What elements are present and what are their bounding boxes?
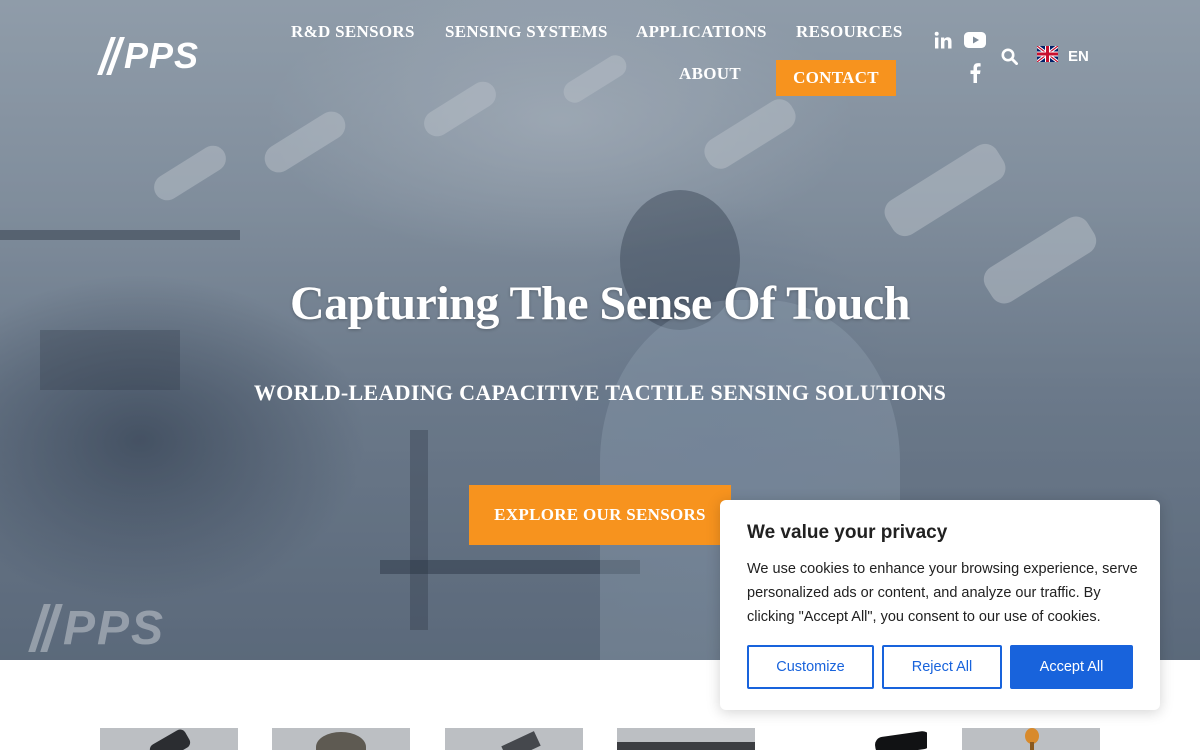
uk-flag-icon: [1036, 44, 1059, 66]
contact-button[interactable]: CONTACT: [776, 60, 896, 96]
nav-rd-sensors[interactable]: R&D SENSORS: [291, 22, 415, 42]
nav-about[interactable]: ABOUT: [679, 64, 741, 84]
hero-subtitle: WORLD-LEADING CAPACITIVE TACTILE SENSING…: [253, 380, 947, 405]
nav-applications[interactable]: APPLICATIONS: [636, 22, 767, 42]
nav-sensing-systems[interactable]: SENSING SYSTEMS: [445, 22, 608, 42]
product-thumbnail[interactable]: [789, 728, 927, 750]
reject-all-button[interactable]: Reject All: [882, 645, 1002, 689]
cookie-consent-banner: We value your privacy We use cookies to …: [720, 500, 1160, 710]
site-logo[interactable]: PPS: [97, 35, 200, 76]
watermark-logo-text: PPS: [63, 601, 166, 655]
explore-sensors-button[interactable]: EXPLORE OUR SENSORS: [469, 485, 731, 545]
hero-title: Capturing The Sense Of Touch: [290, 277, 910, 330]
youtube-icon[interactable]: [963, 30, 987, 50]
nav-resources[interactable]: RESOURCES: [796, 22, 903, 42]
product-thumbnail[interactable]: [100, 728, 238, 750]
language-code: EN: [1068, 47, 1089, 65]
language-selector[interactable]: EN: [1036, 44, 1089, 66]
facebook-icon[interactable]: [965, 62, 985, 84]
accept-all-button[interactable]: Accept All: [1010, 645, 1133, 689]
watermark-logo: PPS: [28, 598, 236, 658]
product-thumbnail[interactable]: [445, 728, 583, 750]
product-thumbnail[interactable]: [962, 728, 1100, 750]
product-thumbnail[interactable]: [617, 728, 755, 750]
product-thumbnail[interactable]: [272, 728, 410, 750]
logo-text: PPS: [124, 35, 200, 76]
search-icon[interactable]: [999, 46, 1019, 66]
cookie-title: We value your privacy: [747, 522, 948, 543]
linkedin-icon[interactable]: [933, 30, 953, 50]
cookie-description: We use cookies to enhance your browsing …: [747, 561, 1138, 625]
customize-button[interactable]: Customize: [747, 645, 874, 689]
